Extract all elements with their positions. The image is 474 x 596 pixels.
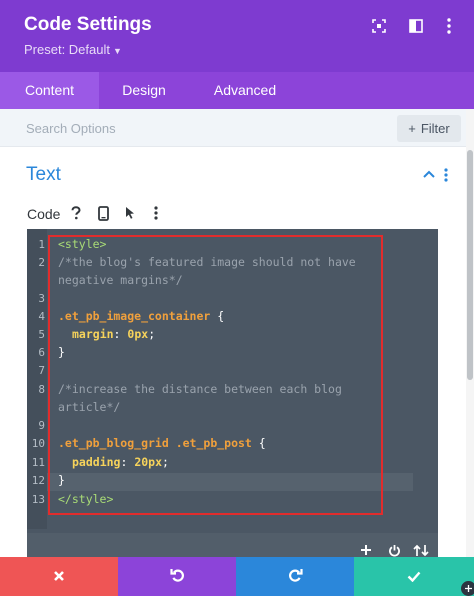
sort-icon[interactable] [413, 542, 429, 558]
undo-button[interactable] [118, 557, 236, 596]
tab-bar: Content Design Advanced [0, 72, 474, 109]
section-more-icon[interactable] [444, 167, 458, 185]
filter-button[interactable]: + Filter [397, 115, 461, 142]
check-icon [407, 567, 421, 586]
footer-actions [0, 557, 474, 596]
plus-icon: + [408, 121, 416, 136]
line-number: 7 [38, 364, 45, 377]
undo-icon [169, 567, 185, 586]
save-button[interactable] [354, 557, 474, 596]
mobile-icon[interactable] [94, 204, 112, 222]
line-number: 1 [38, 238, 45, 251]
tab-advanced[interactable]: Advanced [189, 72, 301, 109]
section-title[interactable]: Text [26, 164, 61, 186]
line-number: 13 [31, 493, 45, 506]
chevron-up-icon[interactable] [422, 166, 440, 184]
red-annotation-box [48, 235, 383, 515]
preset-selector[interactable]: Preset: Default ▼ [24, 42, 122, 57]
redo-button[interactable] [236, 557, 354, 596]
split-view-icon[interactable] [407, 17, 425, 35]
help-icon[interactable] [67, 204, 85, 222]
line-number: 5 [38, 328, 45, 341]
line-number: 6 [38, 346, 45, 359]
line-number: 10 [31, 437, 45, 450]
add-icon[interactable] [358, 542, 374, 558]
line-number: 3 [38, 292, 45, 305]
line-number: 9 [38, 419, 45, 432]
cursor-icon[interactable] [121, 204, 139, 222]
editor-toolbar [27, 533, 438, 557]
search-bar: + Filter [0, 109, 466, 147]
line-number: 2 [38, 256, 45, 269]
field-more-icon[interactable] [147, 204, 165, 222]
line-number: 8 [38, 383, 45, 396]
modal-header: Code Settings Preset: Default ▼ [0, 0, 474, 72]
more-vertical-icon[interactable] [440, 17, 458, 35]
search-input[interactable] [16, 115, 386, 141]
modal-title: Code Settings [24, 14, 152, 35]
code-field-label: Code [27, 206, 61, 222]
scrollbar-thumb[interactable] [467, 150, 473, 380]
cancel-button[interactable] [0, 557, 118, 596]
line-number: 4 [38, 310, 45, 323]
preset-label: Preset: Default [24, 42, 110, 57]
tab-design[interactable]: Design [99, 72, 189, 109]
close-icon [53, 567, 65, 586]
line-number: 11 [31, 456, 45, 469]
code-editor[interactable]: 1 2 3 4 5 6 7 8 9 10 11 12 13 <style> /*… [27, 229, 438, 557]
power-icon[interactable] [386, 542, 402, 558]
line-number: 12 [31, 474, 45, 487]
tab-content[interactable]: Content [0, 72, 99, 109]
filter-label: Filter [420, 121, 450, 136]
expand-icon[interactable] [370, 17, 388, 35]
redo-icon [288, 567, 303, 586]
caret-down-icon: ▼ [113, 46, 122, 56]
resize-handle-icon[interactable] [461, 581, 474, 596]
